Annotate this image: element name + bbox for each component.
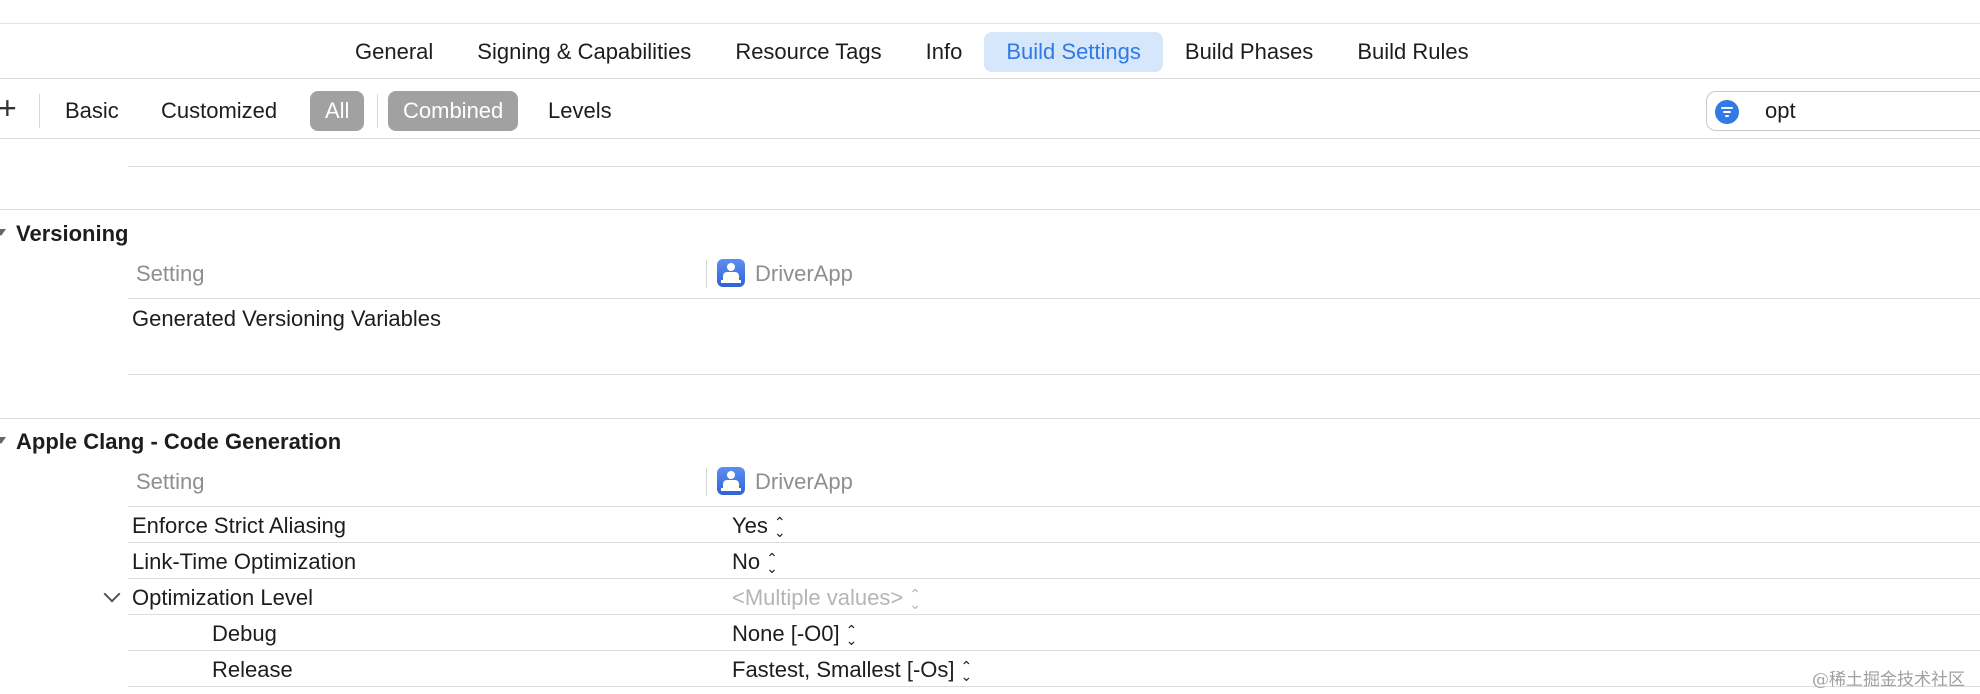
column-divider	[706, 468, 707, 496]
updown-arrows-icon: ⌃ ⌄	[960, 658, 973, 685]
setting-value-popup[interactable]: No ⌃ ⌄	[732, 549, 778, 575]
editor-tab-bar: General Signing & Capabilities Resource …	[0, 24, 1980, 79]
view-levels[interactable]: Levels	[533, 91, 627, 131]
filter-all[interactable]: All	[310, 91, 365, 131]
filter-icon[interactable]	[1715, 100, 1739, 124]
search-input[interactable]	[1765, 97, 1980, 125]
setting-label[interactable]: Debug	[212, 621, 277, 647]
updown-arrows-icon: ⌃ ⌄	[773, 514, 786, 541]
tab-build-settings[interactable]: Build Settings	[984, 32, 1163, 72]
add-setting-button[interactable]: +	[0, 92, 17, 124]
chevron-down-icon[interactable]	[103, 585, 121, 603]
row-divider	[128, 614, 1980, 615]
setting-value: Yes	[732, 513, 768, 538]
updown-arrows-icon: ⌃ ⌄	[766, 550, 778, 577]
updown-arrows-icon: ⌃ ⌄	[909, 586, 921, 613]
setting-value-popup[interactable]: Fastest, Smallest [-Os] ⌃ ⌄	[732, 657, 972, 683]
watermark: @稀土掘金技术社区	[1812, 670, 1965, 690]
section-divider	[0, 418, 1980, 419]
search-field[interactable]	[1706, 91, 1980, 131]
filter-bar: + Basic Customized All Combined Levels	[0, 80, 1980, 139]
app-target-icon	[717, 259, 745, 287]
setting-label[interactable]: Optimization Level	[132, 585, 313, 611]
section-divider	[0, 209, 1980, 210]
row-divider	[128, 166, 1980, 167]
app-target-icon	[717, 467, 745, 495]
section-title-clang-codegen[interactable]: Apple Clang - Code Generation	[16, 429, 341, 455]
editor-tabs: General Signing & Capabilities Resource …	[333, 32, 1491, 72]
setting-value: Fastest, Smallest [-Os]	[732, 657, 955, 682]
column-header-setting: Setting	[136, 469, 205, 494]
filter-divider	[39, 94, 40, 128]
setting-label[interactable]: Release	[212, 657, 293, 683]
row-divider	[128, 374, 1980, 375]
setting-value-popup[interactable]: <Multiple values> ⌃ ⌄	[732, 585, 921, 611]
setting-value: No	[732, 549, 761, 574]
setting-value-popup[interactable]: None [-O0] ⌃ ⌄	[732, 621, 857, 647]
tab-general[interactable]: General	[333, 32, 455, 72]
setting-label[interactable]: Generated Versioning Variables	[132, 306, 441, 332]
column-header-target: DriverApp	[755, 261, 853, 286]
column-header-target: DriverApp	[755, 469, 853, 494]
tab-build-phases[interactable]: Build Phases	[1163, 32, 1335, 72]
disclosure-triangle-icon[interactable]	[0, 229, 6, 236]
tab-build-rules[interactable]: Build Rules	[1335, 32, 1490, 72]
setting-value-popup[interactable]: Yes ⌃ ⌄	[732, 513, 786, 539]
row-divider	[128, 506, 1980, 507]
setting-value: <Multiple values>	[732, 585, 904, 610]
filter-basic[interactable]: Basic	[50, 91, 134, 131]
disclosure-triangle-icon[interactable]	[0, 437, 6, 444]
updown-arrows-icon: ⌃ ⌄	[845, 622, 858, 649]
setting-label[interactable]: Enforce Strict Aliasing	[132, 513, 346, 539]
column-header-setting: Setting	[136, 261, 205, 286]
setting-value: None [-O0]	[732, 621, 840, 646]
row-divider	[128, 650, 1980, 651]
filter-customized[interactable]: Customized	[146, 91, 292, 131]
column-divider	[706, 260, 707, 288]
setting-label[interactable]: Link-Time Optimization	[132, 549, 356, 575]
filter-divider	[377, 94, 378, 128]
tab-resource-tags[interactable]: Resource Tags	[713, 32, 903, 72]
row-divider	[128, 578, 1980, 579]
section-title-versioning[interactable]: Versioning	[16, 221, 128, 247]
tab-signing-capabilities[interactable]: Signing & Capabilities	[455, 32, 713, 72]
view-combined[interactable]: Combined	[388, 91, 519, 131]
row-divider	[128, 686, 1980, 687]
tab-info[interactable]: Info	[904, 32, 985, 72]
row-divider	[128, 542, 1980, 543]
row-divider	[128, 298, 1980, 299]
